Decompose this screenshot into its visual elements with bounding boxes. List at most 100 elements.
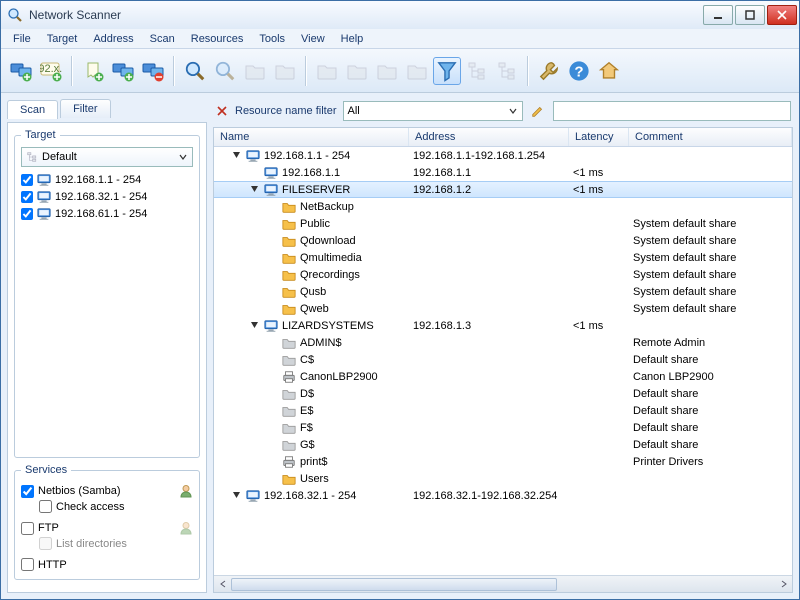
expander-open-icon[interactable] [232, 150, 244, 162]
scroll-right-button[interactable] [775, 577, 792, 592]
range-checkbox[interactable] [21, 191, 33, 203]
expander-open-icon[interactable] [250, 320, 262, 332]
h-scrollbar[interactable] [214, 575, 792, 592]
add-monitors-button[interactable] [7, 57, 35, 85]
close-button[interactable] [767, 5, 797, 25]
row-name: Public [300, 218, 330, 230]
tree-row[interactable]: Qmultimedia System default share [214, 249, 792, 266]
http-checkbox[interactable] [21, 558, 34, 571]
tree-row[interactable]: 192.168.32.1 - 254 192.168.32.1-192.168.… [214, 487, 792, 504]
range-checkbox[interactable] [21, 174, 33, 186]
maximize-button[interactable] [735, 5, 765, 25]
grid-body[interactable]: 192.168.1.1 - 254 192.168.1.1-192.168.1.… [214, 147, 792, 575]
tree-row[interactable]: C$ Default share [214, 351, 792, 368]
start-scan-button[interactable] [181, 57, 209, 85]
range-row[interactable]: 192.168.32.1 - 254 [21, 190, 193, 204]
titlebar[interactable]: Network Scanner [1, 1, 799, 29]
range-label: 192.168.1.1 - 254 [55, 174, 141, 186]
folder-g-icon [282, 336, 296, 350]
col-comment[interactable]: Comment [629, 128, 792, 146]
list-dirs-label: List directories [56, 538, 127, 550]
folder-3-button[interactable] [313, 57, 341, 85]
tree-row[interactable]: 192.168.1.1 192.168.1.1 <1 ms [214, 164, 792, 181]
range-row[interactable]: 192.168.61.1 - 254 [21, 207, 193, 221]
menu-view[interactable]: View [293, 31, 333, 47]
row-comment: System default share [633, 286, 792, 298]
help-button[interactable] [565, 57, 593, 85]
target-combo[interactable]: Default [21, 147, 193, 167]
netbios-checkbox[interactable] [21, 485, 34, 498]
folder-4-button[interactable] [343, 57, 371, 85]
check-access-checkbox[interactable] [39, 500, 52, 513]
tree-row[interactable]: print$ Printer Drivers [214, 453, 792, 470]
remove-range-button[interactable] [139, 57, 167, 85]
menu-file[interactable]: File [5, 31, 39, 47]
tree-row[interactable]: E$ Default share [214, 402, 792, 419]
home-button[interactable] [595, 57, 623, 85]
menu-address[interactable]: Address [85, 31, 141, 47]
menu-tools[interactable]: Tools [251, 31, 293, 47]
tree-2-button[interactable] [493, 57, 521, 85]
tab-filter[interactable]: Filter [60, 99, 110, 118]
folder-6-button[interactable] [403, 57, 431, 85]
services-group: Services Netbios (Samba) Check access FT… [14, 464, 200, 580]
tree-row[interactable]: CanonLBP2900 Canon LBP2900 [214, 368, 792, 385]
minimize-button[interactable] [703, 5, 733, 25]
tree-row[interactable]: FILESERVER 192.168.1.2 <1 ms [214, 181, 792, 198]
col-address[interactable]: Address [409, 128, 569, 146]
range-row[interactable]: 192.168.1.1 - 254 [21, 173, 193, 187]
expander-open-icon[interactable] [232, 490, 244, 502]
menu-help[interactable]: Help [333, 31, 372, 47]
range-checkbox[interactable] [21, 208, 33, 220]
folder-5-button[interactable] [373, 57, 401, 85]
add-ip-button[interactable] [37, 57, 65, 85]
menu-resources[interactable]: Resources [183, 31, 252, 47]
tree-row[interactable]: Qdownload System default share [214, 232, 792, 249]
tree-row[interactable]: Public System default share [214, 215, 792, 232]
grid-header: Name Address Latency Comment [214, 128, 792, 147]
row-comment: System default share [633, 269, 792, 281]
filter-button[interactable] [433, 57, 461, 85]
col-name[interactable]: Name [214, 128, 409, 146]
tree-row[interactable]: Users [214, 470, 792, 487]
monitor-icon [246, 149, 260, 163]
user-icon [179, 484, 193, 498]
tree-row[interactable]: NetBackup [214, 198, 792, 215]
tree-row[interactable]: Qweb System default share [214, 300, 792, 317]
tree-row[interactable]: LIZARDSYSTEMS 192.168.1.3 <1 ms [214, 317, 792, 334]
folder-y-icon [282, 217, 296, 231]
scrollbar-thumb[interactable] [231, 578, 557, 591]
row-name: Qrecordings [300, 269, 360, 281]
tree-row[interactable]: ADMIN$ Remote Admin [214, 334, 792, 351]
tree-row[interactable]: F$ Default share [214, 419, 792, 436]
tree-row[interactable]: D$ Default share [214, 385, 792, 402]
edit-filter-button[interactable] [529, 102, 547, 120]
target-legend: Target [21, 129, 60, 141]
range-label: 192.168.61.1 - 254 [55, 208, 147, 220]
menu-target[interactable]: Target [39, 31, 86, 47]
close-filter-button[interactable] [215, 104, 229, 118]
tree-row[interactable]: 192.168.1.1 - 254 192.168.1.1-192.168.1.… [214, 147, 792, 164]
target-combo-value: Default [42, 151, 77, 163]
tree-row[interactable]: Qusb System default share [214, 283, 792, 300]
row-name: Users [300, 473, 329, 485]
stop-scan-button[interactable] [211, 57, 239, 85]
services-legend: Services [21, 464, 71, 476]
filter-input[interactable] [553, 101, 792, 121]
col-latency[interactable]: Latency [569, 128, 629, 146]
tree-row[interactable]: Qrecordings System default share [214, 266, 792, 283]
filter-combo[interactable]: All [343, 101, 523, 121]
folder-2-button[interactable] [271, 57, 299, 85]
tab-scan[interactable]: Scan [7, 100, 58, 119]
tree-1-button[interactable] [463, 57, 491, 85]
folder-1-button[interactable] [241, 57, 269, 85]
menu-scan[interactable]: Scan [142, 31, 183, 47]
add-range-button[interactable] [109, 57, 137, 85]
ftp-checkbox[interactable] [21, 522, 34, 535]
expander-open-icon[interactable] [250, 184, 262, 196]
check-access-label: Check access [56, 501, 124, 513]
scroll-left-button[interactable] [214, 577, 231, 592]
tree-row[interactable]: G$ Default share [214, 436, 792, 453]
settings-button[interactable] [535, 57, 563, 85]
add-list-button[interactable] [79, 57, 107, 85]
